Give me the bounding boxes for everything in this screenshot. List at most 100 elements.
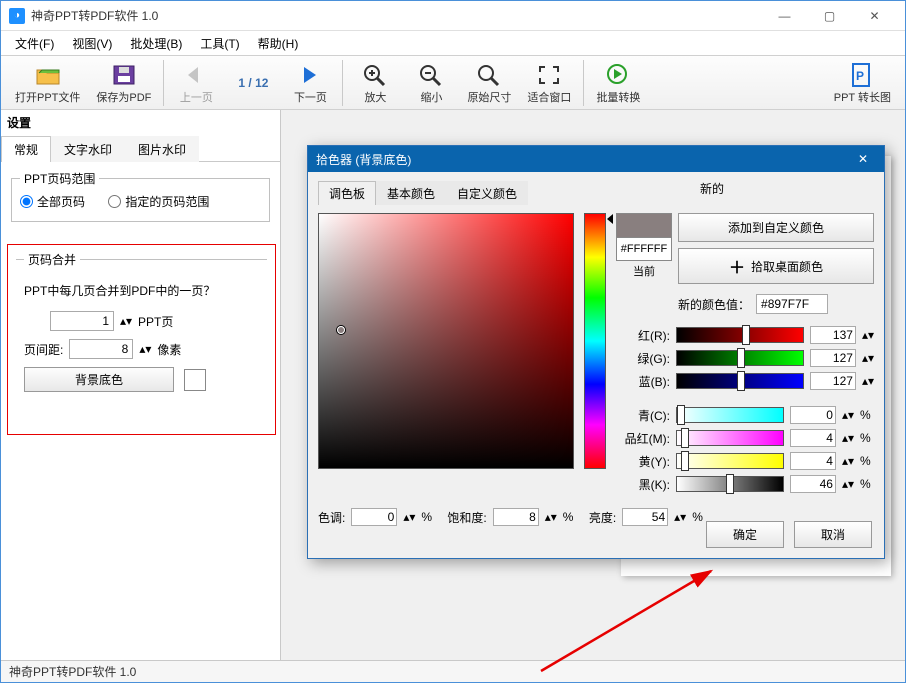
y-slider[interactable] [676,453,784,469]
ppt-pages-unit: PPT页 [138,313,173,330]
radio-all-pages[interactable]: 全部页码 [20,193,85,210]
dialog-titlebar: 拾色器 (背景底色) ✕ [308,146,884,172]
m-value-input[interactable] [790,429,836,447]
ok-button[interactable]: 确定 [706,521,784,548]
new-color-value-input[interactable] [756,294,828,314]
r-slider[interactable] [676,327,804,343]
batch-convert-button[interactable]: 批量转换 [588,57,648,109]
tab-basic-colors[interactable]: 基本颜色 [376,181,446,205]
titlebar: ◑ 神奇PPT转PDF软件 1.0 — ▢ ✕ [1,1,905,31]
pct-label: % [860,454,874,468]
tab-image-watermark[interactable]: 图片水印 [125,136,199,162]
radio-specified-pages[interactable]: 指定的页码范围 [108,193,209,210]
menu-view[interactable]: 视图(V) [64,33,120,54]
sv-marker-icon[interactable] [337,326,345,334]
g-label: 绿(G): [616,350,670,367]
tab-general[interactable]: 常规 [1,136,51,162]
sat-input[interactable] [493,508,539,526]
dialog-close-button[interactable]: ✕ [850,148,876,170]
close-window-button[interactable]: ✕ [852,1,897,31]
k-slider[interactable] [676,476,784,492]
updown-icon[interactable]: ▴▾ [139,342,151,356]
menu-help[interactable]: 帮助(H) [250,33,307,54]
actual-size-button[interactable]: 原始尺寸 [459,57,519,109]
gap-input[interactable] [69,339,133,359]
updown-icon[interactable]: ▴▾ [403,510,415,524]
bg-color-swatch[interactable] [184,369,206,391]
pct-label: % [563,510,574,524]
tab-palette[interactable]: 调色板 [318,181,376,205]
cancel-button[interactable]: 取消 [794,521,872,548]
updown-icon[interactable]: ▴▾ [842,477,854,491]
updown-icon[interactable]: ▴▾ [120,314,132,328]
y-value-input[interactable] [790,452,836,470]
page-range-group: PPT页码范围 全部页码 指定的页码范围 [11,170,270,222]
tab-custom-colors[interactable]: 自定义颜色 [446,181,528,205]
updown-icon[interactable]: ▴▾ [862,374,874,388]
save-pdf-button[interactable]: 保存为PDF [88,57,159,109]
updown-icon[interactable]: ▴▾ [545,510,557,524]
b-value-input[interactable] [810,372,856,390]
r-value-input[interactable] [810,326,856,344]
next-page-button[interactable]: 下一页 [282,57,338,109]
background-color-button[interactable]: 背景底色 [24,367,174,392]
m-slider[interactable] [676,430,784,446]
pick-screen-color-button[interactable]: ＋拾取桌面颜色 [678,248,874,284]
settings-title: 设置 [1,110,280,135]
c-value-input[interactable] [790,406,836,424]
next-label: 下一页 [294,89,327,105]
r-label: 红(R): [616,327,670,344]
lig-input[interactable] [622,508,668,526]
zoomout-label: 缩小 [420,89,442,105]
save-icon [112,61,136,89]
zoomin-label: 放大 [364,89,386,105]
hue-thumb-icon[interactable] [607,214,613,224]
saturation-value-area[interactable] [318,213,574,469]
radio-all-pages-input[interactable] [20,195,33,208]
dialog-title: 拾色器 (背景底色) [316,151,850,168]
svg-text:P: P [856,69,864,83]
updown-icon[interactable]: ▴▾ [674,510,686,524]
c-slider[interactable] [676,407,784,423]
play-circle-icon [605,61,631,89]
plus-icon: ＋ [729,254,745,278]
hue-input[interactable] [351,508,397,526]
arrow-right-icon [298,61,322,89]
updown-icon[interactable]: ▴▾ [842,431,854,445]
radio-spec-pages-input[interactable] [108,195,121,208]
menu-tools[interactable]: 工具(T) [192,33,247,54]
gap-unit: 像素 [157,341,181,358]
updown-icon[interactable]: ▴▾ [862,328,874,342]
color-picker-dialog: 拾色器 (背景底色) ✕ 调色板 基本颜色 自定义颜色 新的 [307,145,885,559]
fit-window-button[interactable]: 适合窗口 [519,57,579,109]
zoom-out-button[interactable]: 缩小 [403,57,459,109]
tab-text-watermark[interactable]: 文字水印 [51,136,125,162]
new-color-preview [616,213,672,237]
updown-icon[interactable]: ▴▾ [842,454,854,468]
settings-panel: 设置 常规 文字水印 图片水印 PPT页码范围 全部页码 指定的页码范围 页码合… [1,110,281,660]
updown-icon[interactable]: ▴▾ [842,408,854,422]
statusbar: 神奇PPT转PDF软件 1.0 [1,660,905,682]
maximize-button[interactable]: ▢ [807,1,852,31]
g-value-input[interactable] [810,349,856,367]
b-slider[interactable] [676,373,804,389]
minimize-button[interactable]: — [762,1,807,31]
lig-label: 亮度: [589,509,616,526]
zoom-in-button[interactable]: 放大 [347,57,403,109]
hue-slider[interactable] [584,213,606,469]
y-label: 黄(Y): [616,453,670,470]
g-slider[interactable] [676,350,804,366]
k-value-input[interactable] [790,475,836,493]
open-button[interactable]: 打开PPT文件 [7,57,88,109]
merge-group: 页码合并 PPT中每几页合并到PDF中的一页？ ▴▾ PPT页 页间距: ▴▾ … [16,251,267,410]
pct-label: % [860,431,874,445]
menu-file[interactable]: 文件(F) [7,33,62,54]
add-to-custom-button[interactable]: 添加到自定义颜色 [678,213,874,242]
ppt-pages-input[interactable] [50,311,114,331]
menu-batch[interactable]: 批处理(B) [122,33,190,54]
updown-icon[interactable]: ▴▾ [862,351,874,365]
merge-legend: 页码合并 [24,251,80,268]
gap-label: 页间距: [24,341,63,358]
ppt-to-longimg-button[interactable]: P PPT 转长图 [826,57,899,109]
prev-page-button[interactable]: 上一页 [168,57,224,109]
